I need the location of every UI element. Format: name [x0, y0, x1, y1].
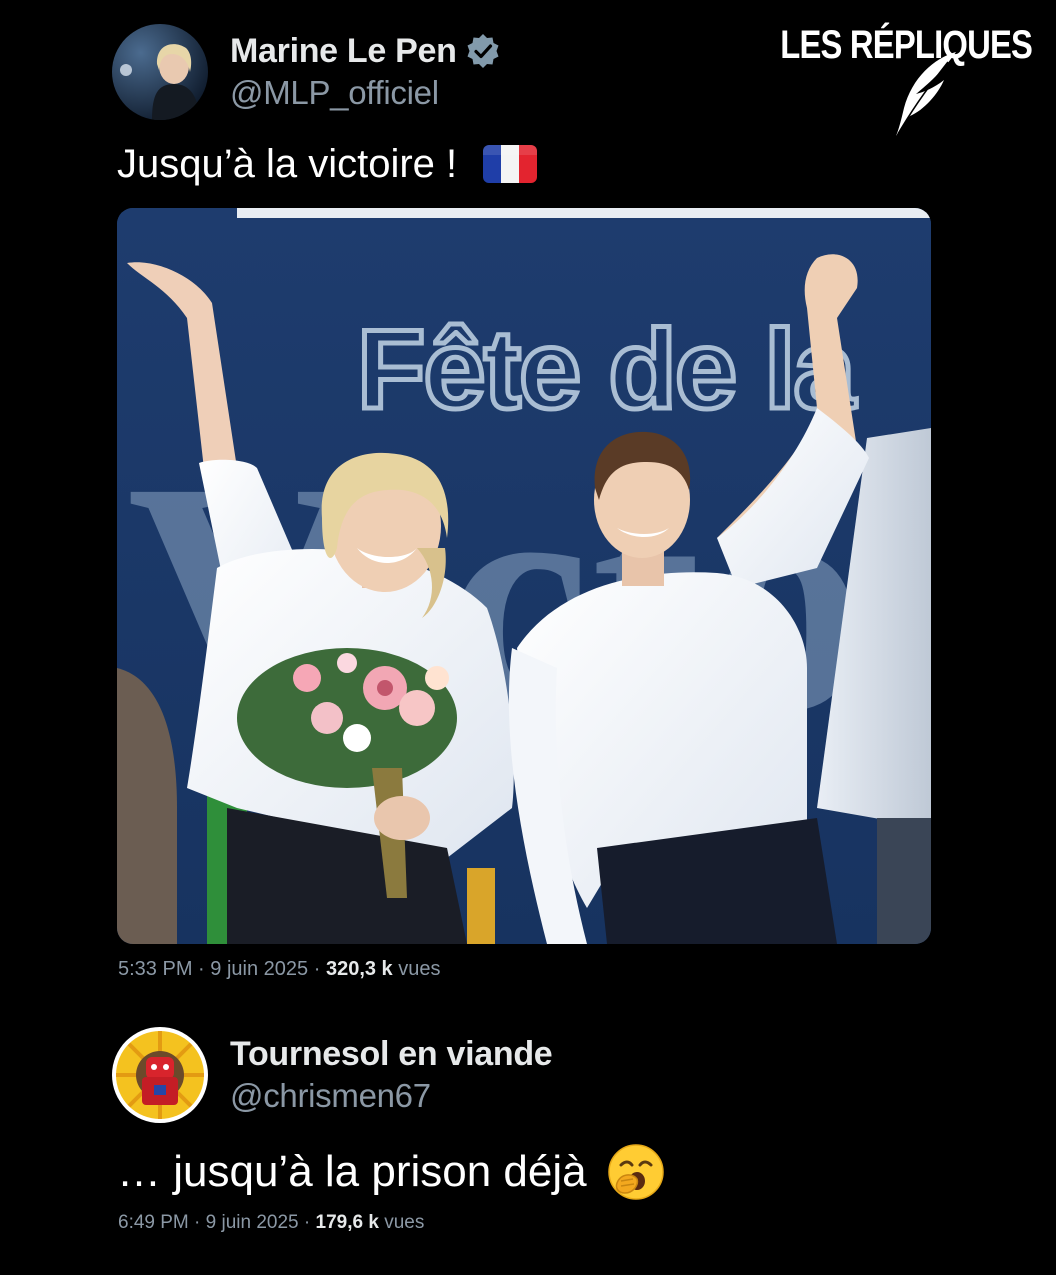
views-count: 179,6 k: [315, 1212, 379, 1233]
views-label: vues: [398, 958, 441, 980]
tweet-meta: 6:49 PM · 9 juin 2025 · 179,6 k vues: [118, 1212, 424, 1234]
tweet-header: Tournesol en viande @chrismen67: [112, 1027, 553, 1123]
tweet-header: Marine Le Pen @MLP_officiel: [112, 24, 501, 120]
banner-title: Fête de la: [357, 307, 856, 432]
tweet-time[interactable]: 6:49 PM: [118, 1212, 189, 1233]
views-count: 320,3 k: [325, 958, 393, 980]
quill-icon: [896, 52, 956, 136]
yawning-face-icon: [607, 1143, 665, 1201]
meta-separator: ·: [198, 958, 205, 980]
handle[interactable]: @MLP_officiel: [230, 72, 501, 114]
meta-separator: ·: [313, 958, 321, 980]
tweet-time[interactable]: 5:33 PM: [118, 958, 192, 980]
avatar[interactable]: [112, 1027, 208, 1123]
tweet-date[interactable]: 9 juin 2025: [206, 1212, 299, 1233]
tweet-text-content: Jusqu’à la victoire !: [117, 142, 458, 186]
handle[interactable]: @chrismen67: [230, 1075, 552, 1117]
meta-separator: ·: [303, 1212, 311, 1233]
tweet-meta: 5:33 PM · 9 juin 2025 · 320,3 k vues: [118, 958, 441, 981]
tweet-photo[interactable]: Victoire Fête de la: [117, 208, 931, 944]
brand-watermark: LES RÉPLIQUES: [725, 22, 1033, 68]
display-name[interactable]: Marine Le Pen: [230, 30, 457, 72]
france-flag-icon: [483, 145, 538, 183]
tweet-date[interactable]: 9 juin 2025: [210, 958, 308, 980]
verified-badge-icon: [467, 34, 499, 68]
display-name[interactable]: Tournesol en viande: [230, 1033, 553, 1075]
tweet-text: Jusqu’à la victoire !: [117, 140, 538, 188]
tweet-text-content: … jusqu’à la prison déjà: [117, 1147, 587, 1196]
views-label: vues: [384, 1212, 425, 1233]
tweet-text: … jusqu’à la prison déjà: [117, 1143, 665, 1201]
avatar[interactable]: [112, 24, 208, 120]
meta-separator: ·: [194, 1212, 201, 1233]
